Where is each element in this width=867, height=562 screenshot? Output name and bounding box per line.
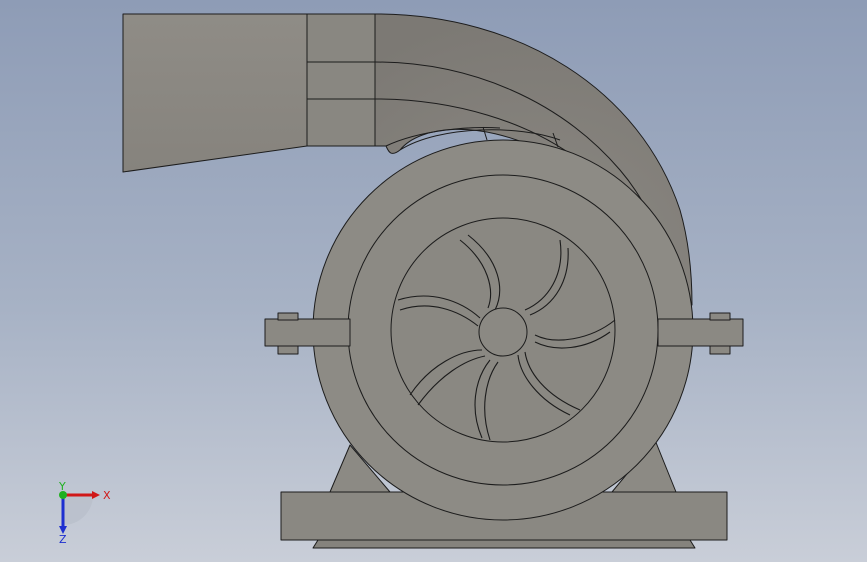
base-skirt xyxy=(312,539,696,549)
flange-right xyxy=(657,318,744,347)
x-arrow-head-icon xyxy=(92,491,100,499)
flange-left xyxy=(264,318,351,347)
duct-flange xyxy=(306,13,376,147)
z-axis-label: Z xyxy=(59,533,67,546)
centrifugal-fan-model[interactable] xyxy=(0,0,867,562)
x-axis-label: X xyxy=(103,489,111,502)
impeller-hub xyxy=(478,307,528,357)
outlet-duct xyxy=(122,13,308,173)
orientation-triad: X Y Z xyxy=(58,480,111,546)
cad-viewport[interactable]: X Y Z xyxy=(0,0,867,562)
y-axis-label: Y xyxy=(58,480,66,493)
